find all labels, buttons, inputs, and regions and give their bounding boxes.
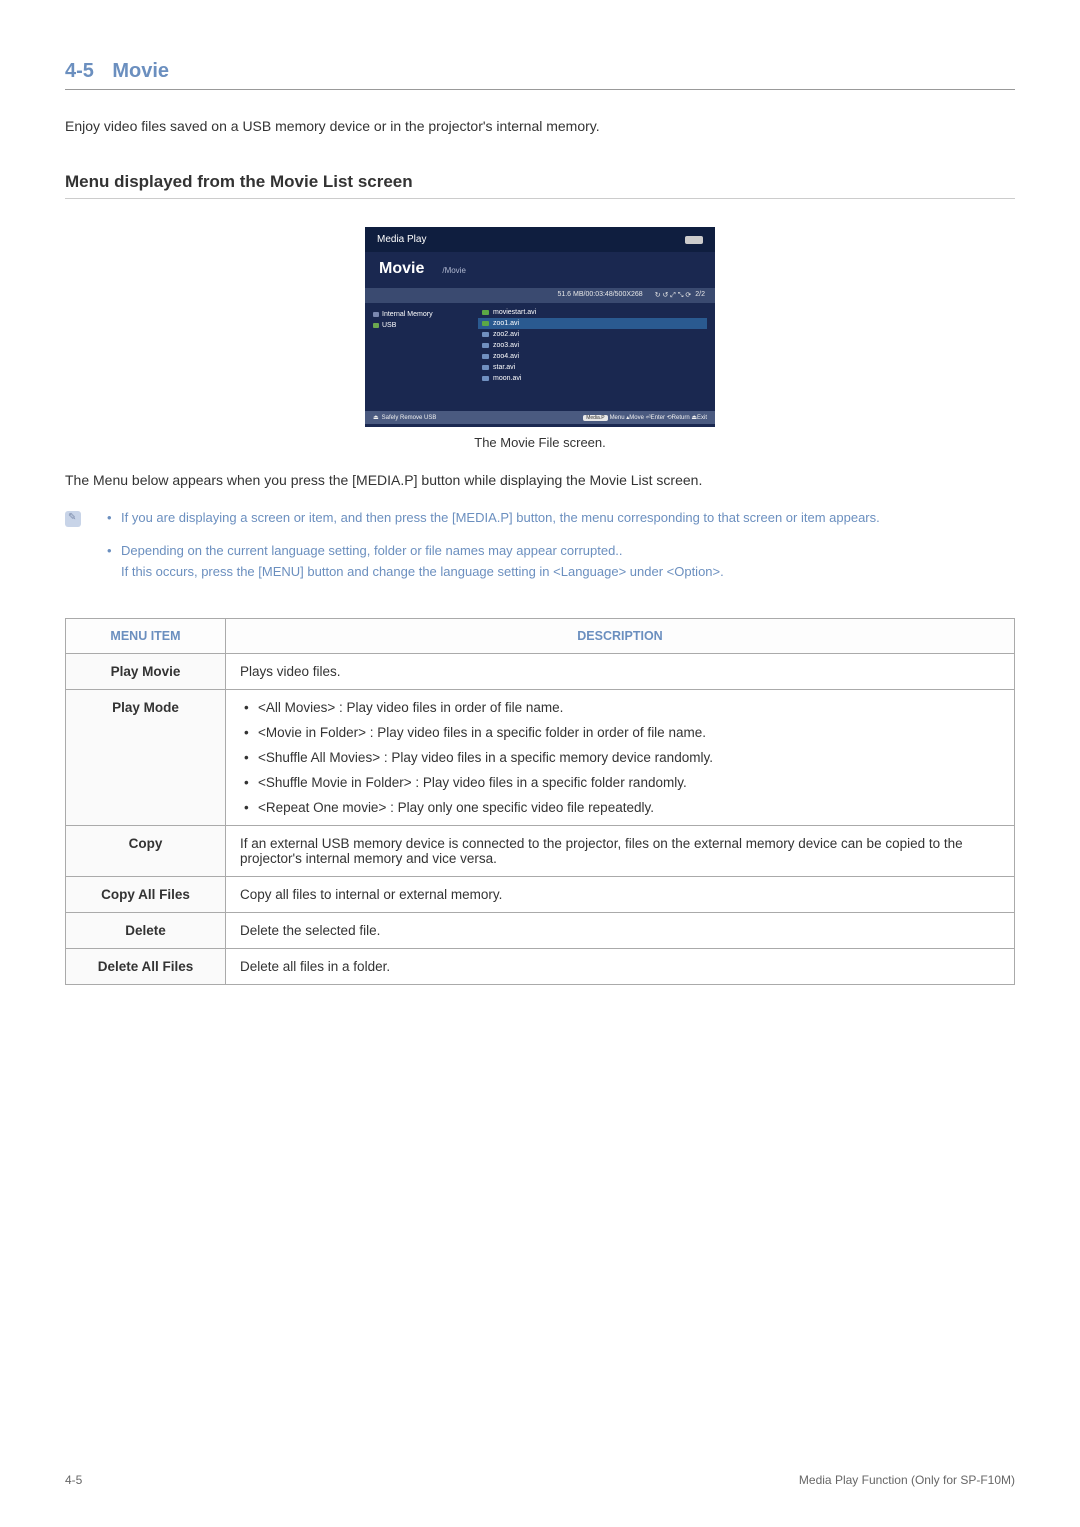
footer-hints: Menu ▴Move ⏎Enter ⟲Return ⏏Exit <box>610 414 707 421</box>
note-list: If you are displaying a screen or item, … <box>99 508 1015 594</box>
mp-sidebar-usb: USB <box>373 320 462 331</box>
file-label: moviestart.avi <box>493 309 536 316</box>
file-label: zoo3.avi <box>493 342 519 349</box>
mp-footer: ⏏ Safely Remove USB Media.P Menu ▴Move ⏎… <box>365 411 715 424</box>
media-play-screenshot: Media Play Movie /Movie 51.6 MB/00:03:48… <box>365 227 715 427</box>
screenshot-container: Media Play Movie /Movie 51.6 MB/00:03:48… <box>65 227 1015 427</box>
mp-file-1: zoo1.avi <box>478 318 707 329</box>
mp-file-0: moviestart.avi <box>478 307 707 318</box>
usb-drive-icon <box>373 323 379 328</box>
cell-copy-label: Copy <box>66 826 226 877</box>
movie-file-icon <box>482 365 489 370</box>
file-label: star.avi <box>493 364 515 371</box>
mp-page-count: 2/2 <box>695 291 705 300</box>
note-item-1: If you are displaying a screen or item, … <box>99 508 1015 529</box>
cell-play-mode-label: Play Mode <box>66 690 226 826</box>
play-mode-item-4: <Shuffle Movie in Folder> : Play video f… <box>240 775 1000 790</box>
mp-footer-right: Media.P Menu ▴Move ⏎Enter ⟲Return ⏏Exit <box>583 414 707 421</box>
movie-file-icon <box>482 321 489 326</box>
note-2-indent: If this occurs, press the [MENU] button … <box>121 562 1015 583</box>
table-row: Play Mode <All Movies> : Play video file… <box>66 690 1015 826</box>
intro-text: Enjoy video files saved on a USB memory … <box>65 118 1015 134</box>
table-row: Delete All Files Delete all files in a f… <box>66 949 1015 985</box>
mp-file-6: moon.avi <box>478 373 707 384</box>
page-footer: 4-5 Media Play Function (Only for SP-F10… <box>65 1473 1015 1487</box>
movie-file-icon <box>482 376 489 381</box>
file-label: zoo4.avi <box>493 353 519 360</box>
cell-play-mode-desc: <All Movies> : Play video files in order… <box>226 690 1015 826</box>
play-mode-item-2: <Movie in Folder> : Play video files in … <box>240 725 1000 740</box>
footer-left-label: Safely Remove USB <box>382 415 437 421</box>
movie-file-icon <box>482 310 489 315</box>
cell-play-movie-label: Play Movie <box>66 654 226 690</box>
mp-content: Internal Memory USB moviestart.avi zoo1.… <box>365 303 715 411</box>
screenshot-caption: The Movie File screen. <box>65 435 1015 450</box>
mp-file-3: zoo3.avi <box>478 340 707 351</box>
cell-copy-all-desc: Copy all files to internal or external m… <box>226 877 1015 913</box>
mp-file-5: star.avi <box>478 362 707 373</box>
movie-file-icon <box>482 343 489 348</box>
table-row: Copy All Files Copy all files to interna… <box>66 877 1015 913</box>
movie-file-icon <box>482 354 489 359</box>
table-row: Copy If an external USB memory device is… <box>66 826 1015 877</box>
sidebar-usb-label: USB <box>382 322 396 329</box>
section-number: 4-5 <box>65 60 94 82</box>
server-icon <box>373 312 379 317</box>
th-description: DESCRIPTION <box>226 619 1015 654</box>
cell-delete-label: Delete <box>66 913 226 949</box>
mp-file-2: zoo2.avi <box>478 329 707 340</box>
table-header-row: MENU ITEM DESCRIPTION <box>66 619 1015 654</box>
sidebar-internal-label: Internal Memory <box>382 311 433 318</box>
mp-title-row: Movie /Movie <box>365 252 715 288</box>
cell-play-movie-desc: Plays video files. <box>226 654 1015 690</box>
play-mode-item-5: <Repeat One movie> : Play only one speci… <box>240 800 1000 815</box>
cell-delete-all-desc: Delete all files in a folder. <box>226 949 1015 985</box>
menu-table: MENU ITEM DESCRIPTION Play Movie Plays v… <box>65 618 1015 985</box>
mp-info-bar: 51.6 MB/00:03:48/500X268 ↻ ↺ ⤢ ⤡ ⟳ 2/2 <box>365 288 715 303</box>
play-mode-item-1: <All Movies> : Play video files in order… <box>240 700 1000 715</box>
mp-footer-left: ⏏ Safely Remove USB <box>373 414 436 421</box>
cell-delete-desc: Delete the selected file. <box>226 913 1015 949</box>
mp-movie-title: Movie <box>379 260 424 278</box>
mp-filelist: moviestart.avi zoo1.avi zoo2.avi zoo3.av… <box>470 303 715 411</box>
usb-icon <box>685 236 703 244</box>
file-label: zoo1.avi <box>493 320 519 327</box>
file-label: zoo2.avi <box>493 331 519 338</box>
cell-delete-all-label: Delete All Files <box>66 949 226 985</box>
eject-icon: ⏏ <box>373 414 379 421</box>
file-label: moon.avi <box>493 375 521 382</box>
mp-info-icons: ↻ ↺ ⤢ ⤡ ⟳ <box>655 291 692 300</box>
footer-left: 4-5 <box>65 1473 82 1487</box>
mp-info-text: 51.6 MB/00:03:48/500X268 <box>557 291 642 300</box>
play-mode-item-3: <Shuffle All Movies> : Play video files … <box>240 750 1000 765</box>
mp-header-title: Media Play <box>377 234 426 245</box>
table-row: Delete Delete the selected file. <box>66 913 1015 949</box>
cell-copy-desc: If an external USB memory device is conn… <box>226 826 1015 877</box>
cell-copy-all-label: Copy All Files <box>66 877 226 913</box>
mp-header: Media Play <box>365 227 715 252</box>
mp-file-4: zoo4.avi <box>478 351 707 362</box>
section-header: 4-5 Movie <box>65 60 1015 90</box>
mp-movie-path: /Movie <box>442 266 466 275</box>
mp-sidebar-internal: Internal Memory <box>373 309 462 320</box>
table-row: Play Movie Plays video files. <box>66 654 1015 690</box>
note-icon <box>65 511 81 527</box>
subsection-title: Menu displayed from the Movie List scree… <box>65 172 1015 199</box>
th-menu-item: MENU ITEM <box>66 619 226 654</box>
note-item-2: Depending on the current language settin… <box>99 541 1015 583</box>
movie-file-icon <box>482 332 489 337</box>
section-title: Movie <box>112 60 169 82</box>
footer-right: Media Play Function (Only for SP-F10M) <box>799 1473 1015 1487</box>
mp-sidebar: Internal Memory USB <box>365 303 470 411</box>
body-text: The Menu below appears when you press th… <box>65 472 1015 488</box>
media-p-badge: Media.P <box>583 415 607 421</box>
note-block: If you are displaying a screen or item, … <box>65 508 1015 594</box>
note-2-text: Depending on the current language settin… <box>121 543 623 558</box>
